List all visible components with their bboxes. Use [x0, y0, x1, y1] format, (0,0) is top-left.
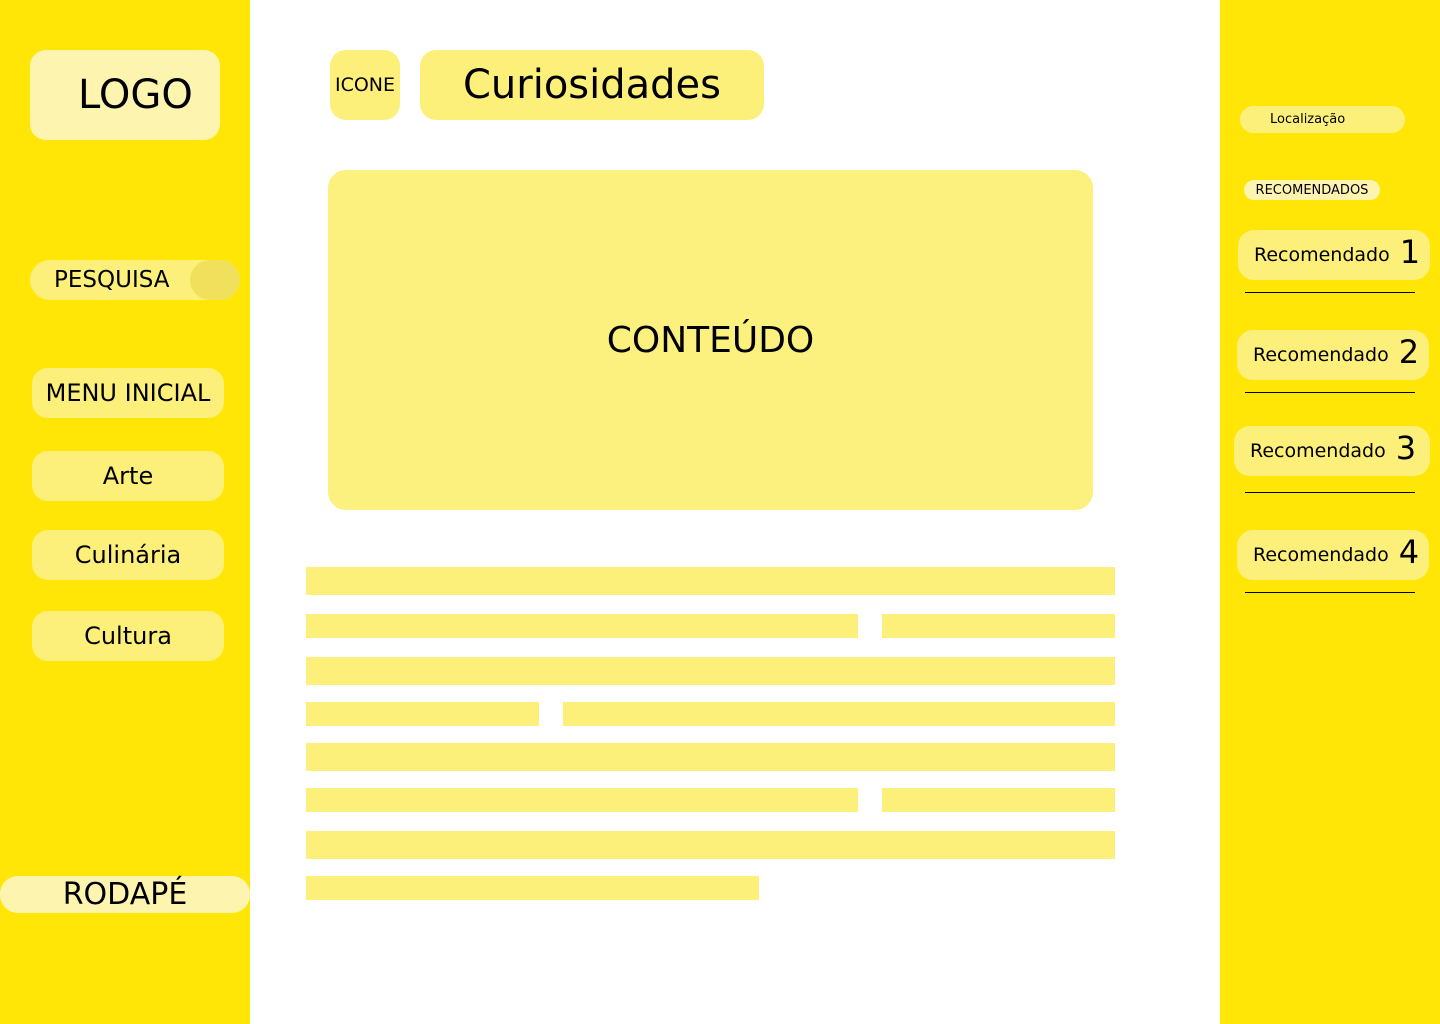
- page: LOGO PESQUISA MENU INICIAL Arte Culinári…: [0, 0, 1440, 1024]
- text-line: [306, 614, 858, 638]
- text-line: [306, 657, 1115, 685]
- text-line: [882, 614, 1115, 638]
- recommended-item-3[interactable]: Recomendado 3: [1234, 426, 1430, 476]
- left-sidebar: LOGO PESQUISA MENU INICIAL Arte Culinári…: [0, 0, 250, 1024]
- text-line: [306, 743, 1115, 771]
- recommended-item-4[interactable]: Recomendado 4: [1237, 530, 1429, 580]
- text-line: [563, 702, 1115, 726]
- recommended-heading: RECOMENDADOS: [1244, 180, 1380, 200]
- page-icon: ICONE: [330, 50, 400, 120]
- divider: [1245, 292, 1415, 293]
- search-input[interactable]: PESQUISA: [30, 260, 240, 300]
- divider: [1245, 392, 1415, 393]
- recommended-label: Recomendado: [1250, 440, 1386, 462]
- text-line: [306, 876, 759, 900]
- recommended-item-1[interactable]: Recomendado 1: [1238, 230, 1430, 280]
- divider: [1245, 492, 1415, 493]
- text-line: [306, 831, 1115, 859]
- recommended-number: 3: [1395, 429, 1417, 467]
- nav-item-menu-inicial[interactable]: MENU INICIAL: [32, 368, 224, 418]
- recommended-label: Recomendado: [1254, 244, 1390, 266]
- right-sidebar: Localização RECOMENDADOS Recomendado 1 R…: [1220, 0, 1440, 1024]
- recommended-number: 4: [1398, 533, 1420, 571]
- location-button[interactable]: Localização: [1240, 106, 1405, 133]
- nav-item-cultura[interactable]: Cultura: [32, 611, 224, 661]
- text-line: [306, 702, 539, 726]
- footer: RODAPÉ: [0, 876, 250, 913]
- recommended-label: Recomendado: [1253, 544, 1389, 566]
- text-line: [882, 788, 1115, 812]
- text-line: [306, 788, 858, 812]
- nav-item-culinaria[interactable]: Culinária: [32, 530, 224, 580]
- logo[interactable]: LOGO: [30, 50, 220, 140]
- nav-item-arte[interactable]: Arte: [32, 451, 224, 501]
- divider: [1245, 592, 1415, 593]
- content-area: CONTEÚDO: [328, 170, 1093, 510]
- recommended-label: Recomendado: [1253, 344, 1389, 366]
- recommended-number: 1: [1399, 233, 1421, 271]
- main-content: ICONE Curiosidades CONTEÚDO: [250, 0, 1220, 1024]
- text-line: [306, 567, 1115, 595]
- recommended-item-2[interactable]: Recomendado 2: [1237, 330, 1429, 380]
- search-label: PESQUISA: [54, 267, 170, 293]
- recommended-number: 2: [1398, 333, 1420, 371]
- search-button[interactable]: [190, 260, 240, 300]
- page-title: Curiosidades: [420, 50, 764, 120]
